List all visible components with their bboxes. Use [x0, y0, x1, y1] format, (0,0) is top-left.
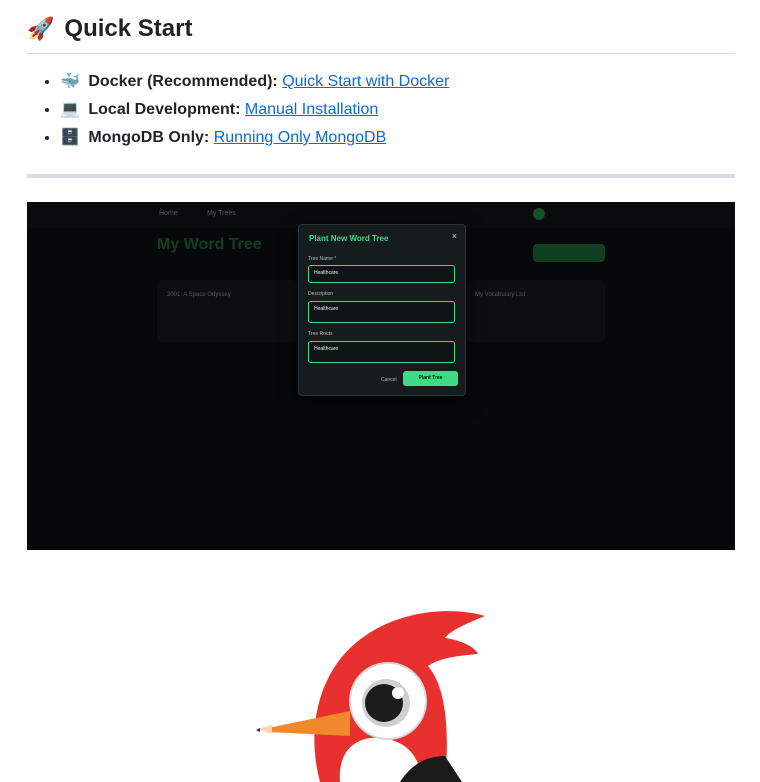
woodpecker-mascot-icon [256, 611, 485, 782]
close-icon: × [451, 231, 457, 241]
list-item-docker: 🐳 Docker (Recommended): Quick Start with… [60, 68, 735, 96]
docker-quick-start-link[interactable]: Quick Start with Docker [282, 73, 449, 90]
item-label: MongoDB Only: [88, 129, 210, 146]
modal-title: Plant New Word Tree [309, 234, 389, 243]
laptop-icon: 💻 [60, 101, 80, 118]
quick-start-list: 🐳 Docker (Recommended): Quick Start with… [27, 68, 735, 152]
plant-tree-modal: Plant New Word Tree × Tree Name * Health… [298, 224, 466, 396]
item-label: Docker (Recommended): [88, 73, 278, 90]
file-cabinet-icon: 🗄️ [60, 129, 80, 146]
rocket-icon: 🚀 [27, 16, 55, 41]
mongodb-only-link[interactable]: Running Only MongoDB [214, 129, 387, 146]
tree-name-label: Tree Name * [308, 256, 337, 262]
item-label: Local Development: [88, 101, 241, 118]
divider [27, 174, 735, 178]
manual-installation-link[interactable]: Manual Installation [245, 101, 378, 118]
tree-roots-label: Tree Roots [308, 331, 333, 337]
list-item-local: 💻 Local Development: Manual Installation [60, 96, 735, 124]
list-item-mongodb: 🗄️ MongoDB Only: Running Only MongoDB [60, 124, 735, 152]
whale-icon: 🐳 [60, 73, 80, 90]
app-screenshot: Home My Trees My Word Tree 2001: A Space… [27, 202, 735, 550]
readme-content: 🚀 Quick Start 🐳 Docker (Recommended): Qu… [27, 0, 735, 550]
description-label: Description [308, 291, 334, 297]
tree-name-field: Healthcare [308, 265, 455, 283]
cancel-text: Cancel [381, 377, 397, 383]
plant-tree-text: Plant Tree [403, 371, 458, 386]
heading-text: Quick Start [64, 15, 193, 42]
quick-start-heading: 🚀 Quick Start [27, 0, 735, 54]
description-field: Healthcare [308, 301, 455, 323]
tree-roots-field: Healthcare [308, 341, 455, 363]
